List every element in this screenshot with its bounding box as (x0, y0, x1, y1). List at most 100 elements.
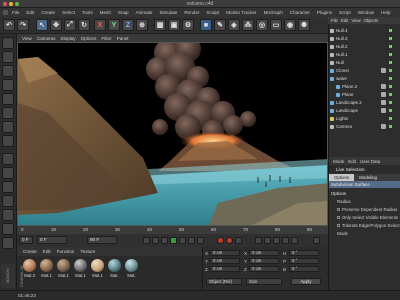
coord-size-x-field[interactable]: 0 cm (249, 250, 279, 256)
material-swatch[interactable]: Mat.1 (90, 259, 105, 278)
camera-icon[interactable]: ◉ (284, 19, 296, 31)
axis-mode-icon[interactable] (2, 135, 14, 147)
material-menu-create[interactable]: Create (23, 249, 37, 254)
play-icon[interactable] (170, 237, 177, 244)
key-position-icon[interactable] (255, 237, 262, 244)
enabled-check-icon[interactable] (389, 53, 392, 56)
object-row-null-3[interactable]: Null.3 (330, 35, 394, 42)
texture-axis-icon[interactable] (2, 223, 14, 235)
render-view-icon[interactable]: ▦ (154, 19, 166, 31)
material-menu-texture[interactable]: Texture (80, 249, 95, 254)
sculpt-icon[interactable] (2, 237, 14, 249)
coord-size-y-field[interactable]: 0 cm (249, 258, 279, 264)
coord-mode-dropdown[interactable]: Object (Rel) (206, 278, 242, 285)
object-row-null-1[interactable]: Null.1 (330, 51, 394, 58)
current-frame-field[interactable]: 0 F (19, 236, 33, 244)
coord-pos-x-field[interactable]: 0 cm (210, 250, 240, 256)
material-swatch[interactable]: Mat. (107, 259, 122, 278)
attribute-radius[interactable]: Radius (337, 199, 351, 204)
menu-help[interactable]: Help (381, 10, 390, 15)
move-icon[interactable]: ✥ (50, 19, 62, 31)
lock-workplane-icon[interactable] (2, 195, 14, 207)
coord-rot-h-field[interactable]: 0 ° (289, 250, 319, 256)
make-editable-icon[interactable] (2, 37, 14, 49)
3d-viewport[interactable] (17, 42, 328, 226)
previous-key-icon[interactable] (152, 237, 159, 244)
tag-icon[interactable] (381, 108, 386, 113)
menu-edit[interactable]: Edit (26, 10, 34, 15)
enabled-check-icon[interactable] (389, 45, 392, 48)
object-row-null-4[interactable]: Null.4 (330, 27, 394, 34)
tag-icon[interactable] (381, 84, 386, 89)
menu-character[interactable]: Character (290, 10, 310, 15)
menu-select[interactable]: Select (62, 10, 75, 15)
enabled-check-icon[interactable] (389, 101, 392, 104)
pen-icon[interactable]: ✎ (214, 19, 226, 31)
solo-icon[interactable] (2, 209, 14, 221)
key-pla-icon[interactable] (291, 237, 298, 244)
enabled-check-icon[interactable] (389, 69, 392, 72)
coord-size-z-field[interactable]: 0 cm (249, 266, 279, 272)
material-swatch[interactable]: Mat. (124, 259, 139, 278)
attribute-preserve-radius[interactable]: Preserve Dependent Radius (337, 207, 397, 212)
object-row-landscape[interactable]: Landscape (330, 107, 394, 114)
object-row-water[interactable]: water (330, 75, 394, 82)
enabled-check-icon[interactable] (389, 125, 392, 128)
array-icon[interactable]: ⁂ (242, 19, 254, 31)
floor-icon[interactable]: ▭ (270, 19, 282, 31)
menu-create[interactable]: Create (41, 10, 55, 15)
tag-icon[interactable] (381, 100, 386, 105)
enabled-check-icon[interactable] (389, 109, 392, 112)
axis-z-button[interactable]: Z (122, 19, 134, 31)
object-menu-objects[interactable]: Objects (364, 18, 379, 23)
menu-motion-tracker[interactable]: Motion Tracker (226, 10, 256, 15)
tag-icon[interactable] (381, 92, 386, 97)
undo-icon[interactable]: ↶ (3, 19, 15, 31)
menu-animate[interactable]: Animate (136, 10, 153, 15)
viewport-menu-view[interactable]: View (22, 36, 32, 41)
polygons-mode-icon[interactable] (2, 121, 14, 133)
material-menu-edit[interactable]: Edit (43, 249, 51, 254)
tag-icon[interactable] (381, 124, 386, 129)
model-mode-icon[interactable] (2, 51, 14, 63)
menu-script[interactable]: Script (339, 10, 351, 15)
cube-icon[interactable]: ■ (200, 19, 212, 31)
coord-pos-y-field[interactable]: 0 cm (210, 258, 240, 264)
tab-modeling[interactable]: Modeling (354, 174, 382, 181)
enabled-check-icon[interactable] (389, 85, 392, 88)
menu-sculpt[interactable]: Sculpt (206, 10, 219, 15)
record-active-icon[interactable] (217, 237, 224, 244)
material-swatch[interactable]: Mat.1 (73, 259, 88, 278)
tag-icon[interactable] (381, 68, 386, 73)
autokey-icon[interactable] (226, 237, 233, 244)
texture-mode-icon[interactable] (2, 65, 14, 77)
keyframe-selection-icon[interactable] (235, 237, 242, 244)
object-menu-edit[interactable]: Edit (341, 18, 348, 23)
enabled-check-icon[interactable] (389, 29, 392, 32)
menu-snap[interactable]: Snap (118, 10, 129, 15)
live-selection-icon[interactable]: ↖ (36, 19, 48, 31)
render-picture-viewer-icon[interactable]: ▣ (168, 19, 180, 31)
enabled-check-icon[interactable] (389, 117, 392, 120)
object-menu-view[interactable]: View (351, 18, 360, 23)
key-parameter-icon[interactable] (282, 237, 289, 244)
edges-mode-icon[interactable] (2, 107, 14, 119)
menu-plugins[interactable]: Plugins (317, 10, 332, 15)
timeline-ruler[interactable]: 0 10 20 30 40 50 60 70 80 90 (17, 226, 328, 234)
next-frame-icon[interactable] (179, 237, 186, 244)
next-key-icon[interactable] (188, 237, 195, 244)
app-menu-icon[interactable] (3, 10, 8, 15)
attribute-mode[interactable]: Mode (337, 231, 348, 236)
viewport-menu-options[interactable]: Options (81, 36, 97, 41)
viewport-menu-filter[interactable]: Filter (101, 36, 111, 41)
max-frame-field[interactable]: 90 F (87, 236, 117, 244)
attr-menu-edit[interactable]: Edit (348, 159, 356, 164)
enabled-check-icon[interactable] (389, 37, 392, 40)
checkbox-icon[interactable] (337, 224, 340, 228)
object-menu-file[interactable]: File (331, 18, 338, 23)
rotate-icon[interactable]: ↻ (78, 19, 90, 31)
render-settings-icon[interactable]: ⚙ (182, 19, 194, 31)
axis-x-button[interactable]: X (94, 19, 106, 31)
redo-icon[interactable]: ↷ (17, 19, 29, 31)
axis-y-button[interactable]: Y (108, 19, 120, 31)
